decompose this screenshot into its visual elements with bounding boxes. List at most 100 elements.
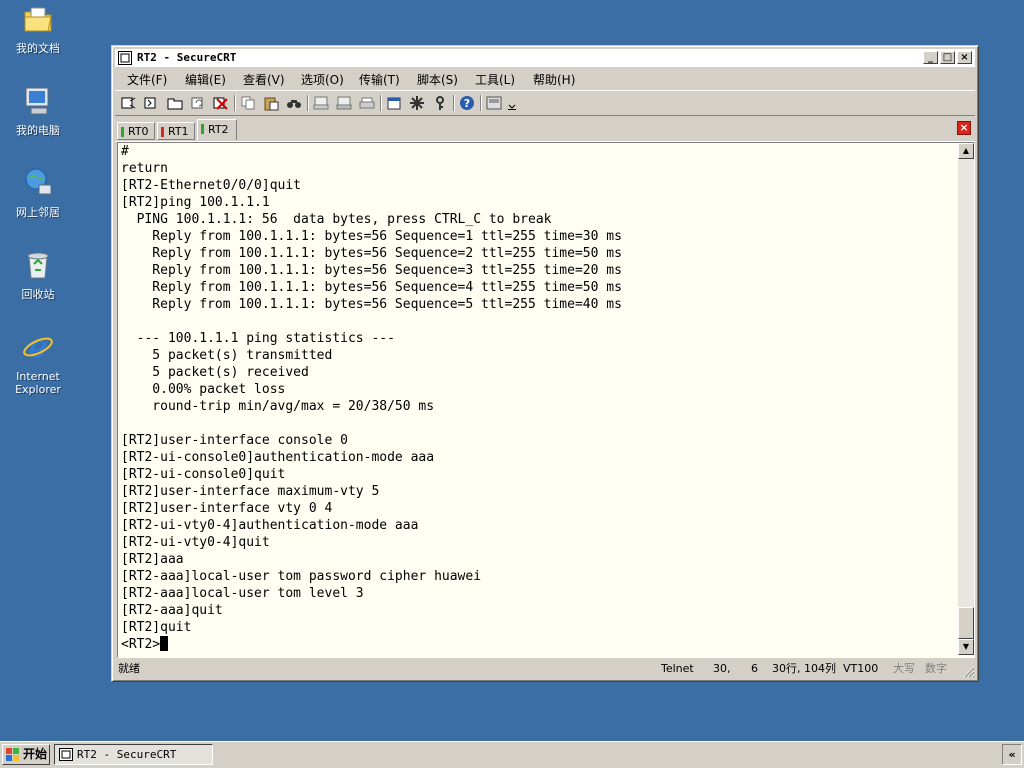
terminal-line: Reply from 100.1.1.1: bytes=56 Sequence=… xyxy=(121,229,622,244)
securecrt-app-icon xyxy=(118,51,132,65)
toolbar-separator xyxy=(234,95,236,111)
terminal-line: [RT2]user-interface maximum-vty 5 xyxy=(121,484,380,499)
terminal-line: [RT2-aaa]local-user tom level 3 xyxy=(121,586,364,601)
taskbar-button-securecrt[interactable]: RT2 - SecureCRT xyxy=(54,744,213,765)
terminal-line: 0.00% packet loss xyxy=(121,382,286,397)
desktop-icon-internet-explorer[interactable]: e Internet Explorer xyxy=(6,330,70,396)
print-screen-icon[interactable] xyxy=(313,95,329,111)
copy-icon[interactable] xyxy=(240,95,256,111)
start-button[interactable]: 开始 xyxy=(2,744,50,765)
close-button[interactable]: × xyxy=(957,51,972,64)
tab-rt1[interactable]: RT1 xyxy=(157,122,195,140)
svg-text:?: ? xyxy=(464,97,470,110)
recycle-bin-icon xyxy=(27,252,49,279)
terminal-line: return xyxy=(121,161,168,176)
tab-rt2[interactable]: RT2 xyxy=(197,119,237,140)
terminal-line: Reply from 100.1.1.1: bytes=56 Sequence=… xyxy=(121,280,622,295)
maximize-button[interactable]: □ xyxy=(940,51,955,64)
windows-logo-icon xyxy=(6,748,19,761)
scrollbar-thumb[interactable] xyxy=(958,607,974,639)
toolbar-separator xyxy=(380,95,382,111)
close-tab-icon[interactable]: × xyxy=(957,121,971,135)
start-label: 开始 xyxy=(23,747,48,761)
status-row: 30, xyxy=(713,662,731,675)
disconnect-icon[interactable] xyxy=(213,95,229,111)
terminal-line: --- 100.1.1.1 ping statistics --- xyxy=(121,331,395,346)
vertical-scrollbar[interactable]: ▲ ▼ xyxy=(958,143,974,655)
connect-in-tab-icon[interactable] xyxy=(167,95,183,111)
terminal-prompt: <RT2> xyxy=(121,637,161,652)
menu-edit[interactable]: 编辑(E) xyxy=(185,71,226,88)
desktop-icon-label: 网上邻居 xyxy=(16,206,60,219)
resize-grip-icon[interactable] xyxy=(962,665,975,678)
terminal-line: [RT2]ping 100.1.1.1 xyxy=(121,195,270,210)
terminal-line: # xyxy=(121,144,129,159)
global-options-icon[interactable] xyxy=(409,95,425,111)
print-selection-icon[interactable] xyxy=(336,95,352,111)
terminal-line: [RT2-aaa]local-user tom password cipher … xyxy=(121,569,482,584)
help-icon[interactable]: ? xyxy=(459,95,475,111)
find-icon[interactable] xyxy=(286,95,302,111)
network-places-icon xyxy=(25,168,52,195)
desktop-icon-my-documents[interactable]: 我的文档 xyxy=(6,2,70,55)
desktop-icon-network-places[interactable]: 网上邻居 xyxy=(6,166,70,219)
terminal-line: Reply from 100.1.1.1: bytes=56 Sequence=… xyxy=(121,297,622,312)
toolbar: ? xyxy=(115,90,975,116)
menu-transfer[interactable]: 传输(T) xyxy=(359,71,400,88)
taskbar-button-label: RT2 - SecureCRT xyxy=(77,748,177,761)
status-protocol: Telnet xyxy=(661,662,694,675)
my-computer-icon xyxy=(25,87,49,115)
desktop-icon-recycle-bin[interactable]: 回收站 xyxy=(6,248,70,301)
session-tabs: RT0 RT1 RT2 × xyxy=(115,117,975,142)
minimize-button[interactable]: _ xyxy=(923,51,938,64)
tray-expand-button[interactable]: « xyxy=(1002,744,1022,765)
terminal-line: [RT2]user-interface console 0 xyxy=(121,433,348,448)
keymap-icon[interactable] xyxy=(432,95,448,111)
terminal-line: [RT2-ui-console0]authentication-mode aaa xyxy=(121,450,435,465)
paste-icon[interactable] xyxy=(263,95,279,111)
terminal-prompt-line: <RT2> xyxy=(121,636,956,653)
menu-view[interactable]: 查看(V) xyxy=(243,71,285,88)
status-col: 6 xyxy=(751,662,758,675)
scroll-up-icon[interactable]: ▲ xyxy=(958,143,974,159)
terminal-line: [RT2-Ethernet0/0/0]quit xyxy=(121,178,302,193)
quick-connect-icon[interactable] xyxy=(144,95,160,111)
connect-icon[interactable] xyxy=(121,95,137,111)
print-icon[interactable] xyxy=(359,95,375,111)
window-title: RT2 - SecureCRT xyxy=(137,51,237,64)
taskbar: 开始 RT2 - SecureCRT « xyxy=(0,741,1024,768)
menu-options[interactable]: 选项(O) xyxy=(301,71,344,88)
terminal-line: [RT2-aaa]quit xyxy=(121,603,223,618)
session-manager-icon[interactable] xyxy=(486,95,502,111)
status-caps-lock: 大写 xyxy=(893,662,915,675)
status-emulation: VT100 xyxy=(843,662,879,675)
tab-status-indicator xyxy=(121,127,124,137)
session-options-icon[interactable] xyxy=(386,95,402,111)
reconnect-icon[interactable] xyxy=(190,95,206,111)
menu-bar: 文件(F) 编辑(E) 查看(V) 选项(O) 传输(T) 脚本(S) 工具(L… xyxy=(115,68,975,88)
terminal-line: [RT2]aaa xyxy=(121,552,184,567)
terminal-output[interactable]: # return [RT2-Ethernet0/0/0]quit [RT2]ping … xyxy=(118,143,956,655)
title-bar[interactable]: RT2 - SecureCRT _ □ × xyxy=(115,49,975,68)
menu-script[interactable]: 脚本(S) xyxy=(417,71,458,88)
scroll-down-icon[interactable]: ▼ xyxy=(958,639,974,655)
svg-text:e: e xyxy=(29,330,47,364)
tab-rt0[interactable]: RT0 xyxy=(117,122,155,140)
menu-file[interactable]: 文件(F) xyxy=(127,71,167,88)
toolbar-overflow-chevron-icon[interactable] xyxy=(507,95,517,111)
toolbar-separator xyxy=(480,95,482,111)
tab-status-indicator xyxy=(201,124,204,134)
tab-label: RT1 xyxy=(168,125,189,138)
desktop-icon-label: Explorer xyxy=(15,383,61,396)
menu-tools[interactable]: 工具(L) xyxy=(475,71,515,88)
status-size: 30行, 104列 xyxy=(772,662,836,675)
desktop-icon-my-computer[interactable]: 我的电脑 xyxy=(6,84,70,137)
terminal-line: round-trip min/avg/max = 20/38/50 ms xyxy=(121,399,435,414)
tab-label: RT2 xyxy=(208,123,229,136)
desktop-icon-label: Internet xyxy=(16,370,60,383)
securecrt-app-icon xyxy=(59,748,73,761)
menu-help[interactable]: 帮助(H) xyxy=(533,71,575,88)
desktop-icon-label: 我的电脑 xyxy=(16,124,60,137)
